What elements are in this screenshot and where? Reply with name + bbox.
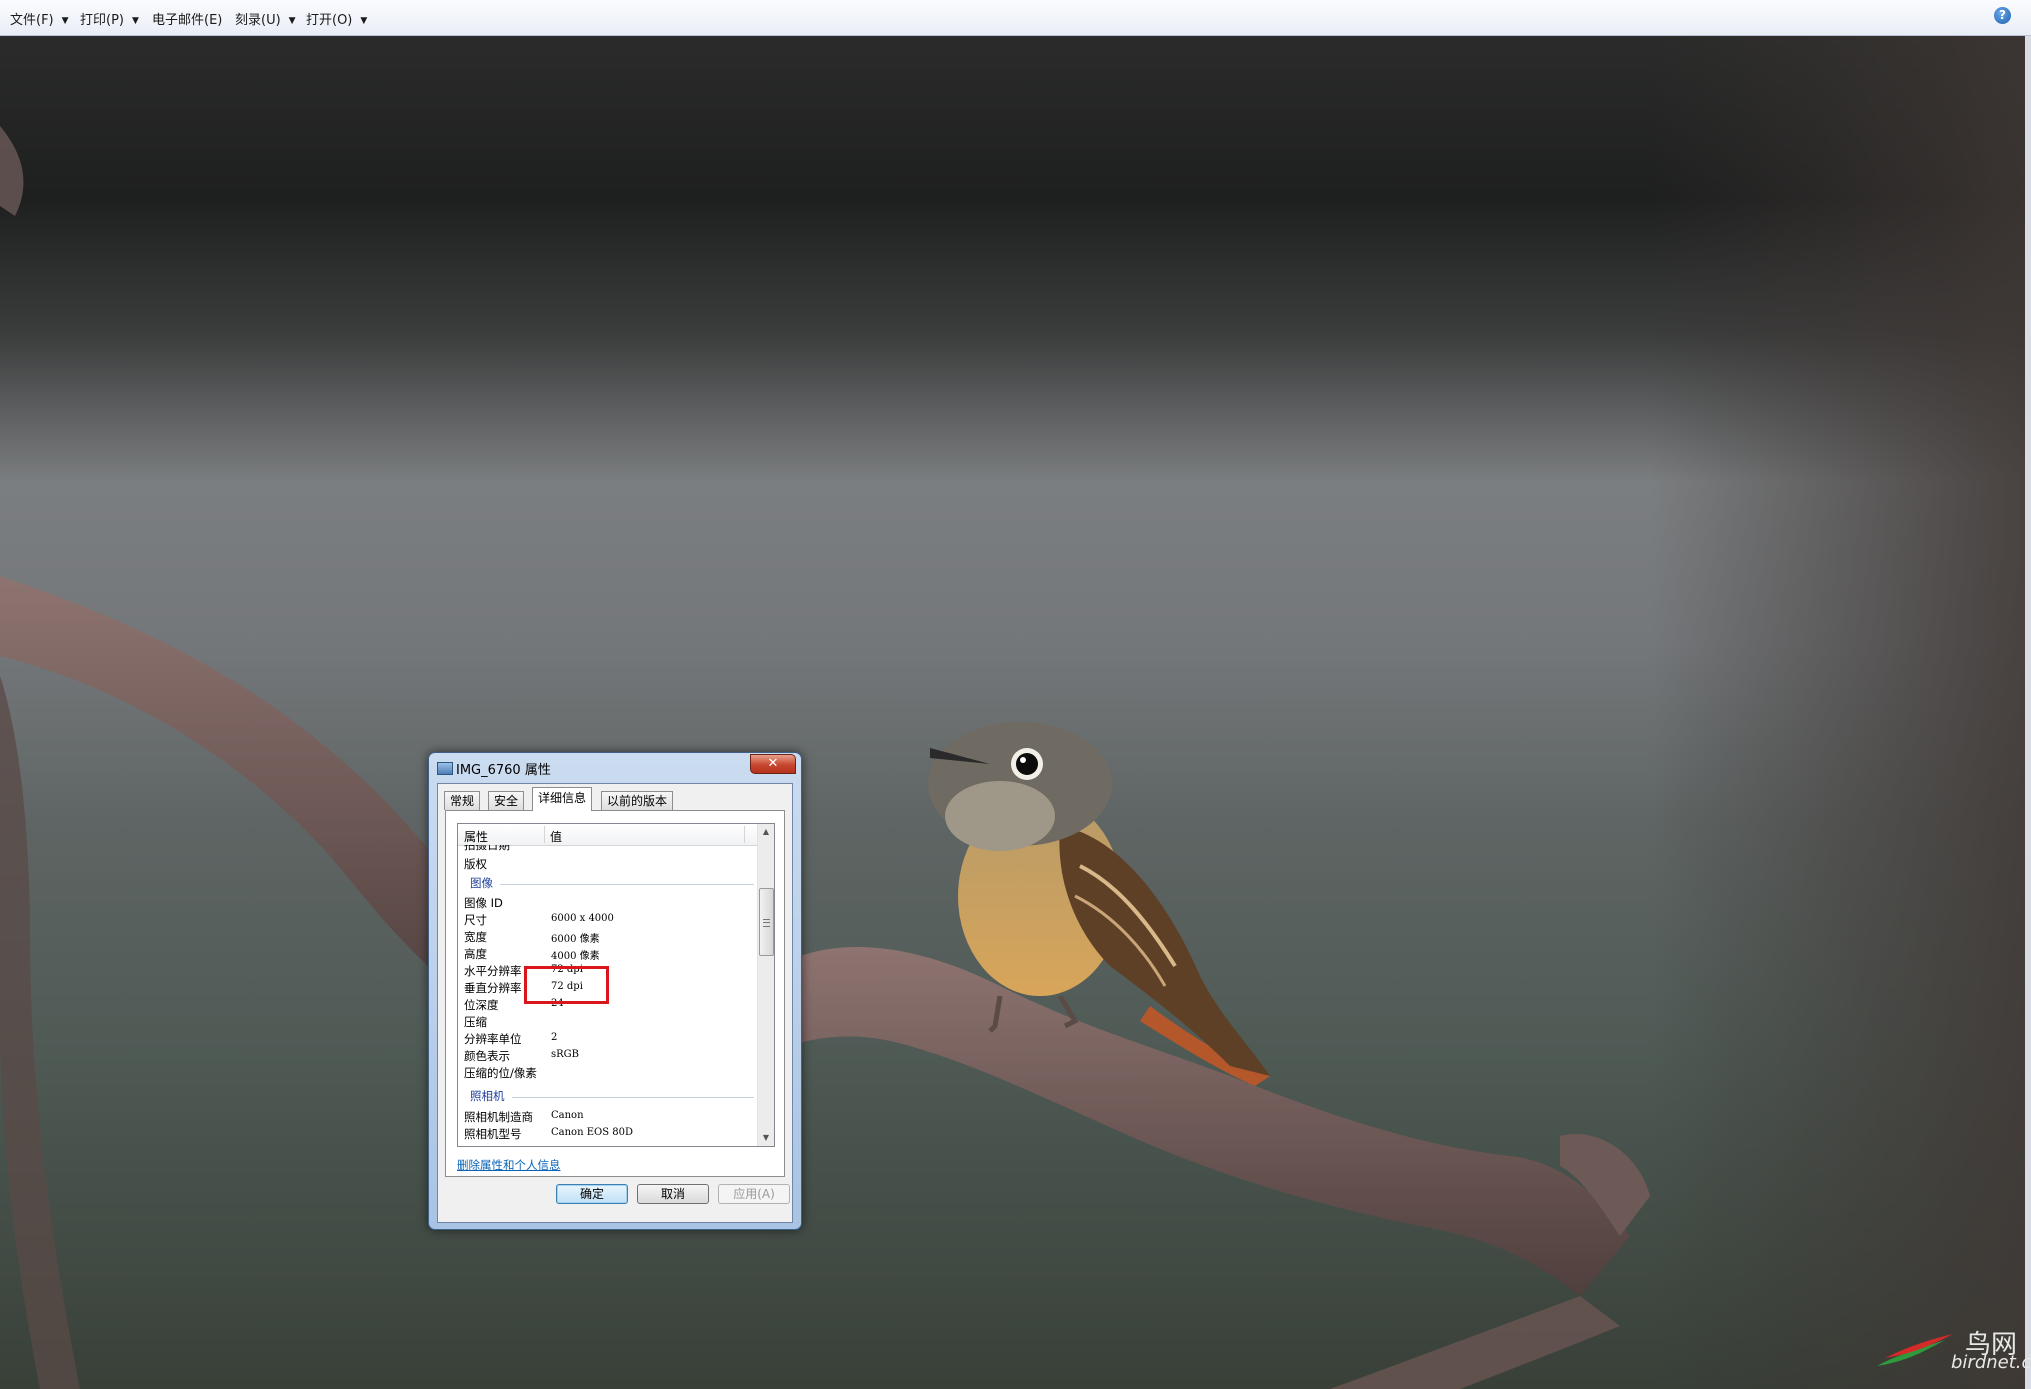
details-panel: 属性 值 拍摄日期 版权 图像 图像 ID 尺寸 6000 x 4000 宽度 60… — [445, 810, 785, 1177]
cancel-button[interactable]: 取消 — [637, 1184, 709, 1204]
close-icon: ✕ — [767, 756, 779, 771]
chevron-down-icon: ▼ — [288, 16, 296, 26]
list-item: 照相机制造商 Canon — [464, 1110, 584, 1124]
divider — [512, 1097, 754, 1098]
watermark: 鸟网 birdnet.cn — [1875, 1322, 2031, 1382]
divider — [500, 884, 754, 885]
ok-button[interactable]: 确定 — [556, 1184, 628, 1204]
list-item: 高度 4000 像素 — [464, 947, 600, 962]
menu-file[interactable]: 文件(F) ▼ — [10, 9, 69, 28]
apply-button[interactable]: 应用(A) — [718, 1184, 790, 1204]
watermark-domain: birdnet.cn — [1951, 1352, 2031, 1373]
group-image: 图像 — [470, 876, 493, 890]
column-value[interactable]: 值 — [550, 828, 562, 845]
list-item: 照相机型号 Canon EOS 80D — [464, 1127, 633, 1141]
scroll-thumb[interactable] — [759, 888, 774, 956]
list-item: 拍摄日期 — [464, 845, 510, 852]
chevron-down-icon: ▼ — [61, 16, 69, 26]
list-item: 分辨率单位 2 — [464, 1032, 558, 1046]
menu-open[interactable]: 打开(O) ▼ — [306, 9, 367, 28]
remove-properties-link[interactable]: 删除属性和个人信息 — [457, 1157, 561, 1173]
list-item: 压缩的位/像素 — [464, 1066, 537, 1080]
scroll-down-icon[interactable]: ▼ — [758, 1130, 774, 1146]
list-item: 图像 ID — [464, 896, 503, 910]
list-item: 尺寸 6000 x 4000 — [464, 913, 614, 927]
column-property[interactable]: 属性 — [464, 828, 488, 845]
menu-print[interactable]: 打印(P) ▼ — [80, 9, 139, 28]
chevron-down-icon: ▼ — [131, 16, 139, 26]
tab-previous-versions[interactable]: 以前的版本 — [601, 791, 674, 810]
resolution-highlight-box — [524, 966, 609, 1004]
bird-photo — [0, 36, 2031, 1389]
tab-security[interactable]: 安全 — [488, 791, 525, 810]
property-list[interactable]: 属性 值 拍摄日期 版权 图像 图像 ID 尺寸 6000 x 4000 宽度 60… — [457, 823, 775, 1147]
properties-dialog: IMG_6760 属性 ✕ 常规 安全 详细信息 以前的版本 属性 值 拍摄日期… — [428, 752, 802, 1230]
list-item: 压缩 — [464, 1015, 487, 1029]
close-button[interactable]: ✕ — [750, 754, 796, 774]
photo-viewer — [0, 36, 2031, 1389]
tab-general[interactable]: 常规 — [444, 791, 481, 810]
window-edge — [2025, 36, 2031, 1389]
scrollbar[interactable]: ▲ ▼ — [757, 824, 774, 1146]
list-item: 颜色表示 sRGB — [464, 1049, 579, 1063]
tab-details[interactable]: 详细信息 — [532, 787, 593, 811]
dialog-body: 常规 安全 详细信息 以前的版本 属性 值 拍摄日期 版权 图像 图像 ID 尺… — [437, 783, 793, 1223]
list-item: 版权 — [464, 857, 487, 871]
chevron-down-icon: ▼ — [360, 16, 368, 26]
help-icon[interactable]: ? — [1994, 7, 2011, 24]
menu-burn[interactable]: 刻录(U) ▼ — [235, 9, 296, 28]
menu-bar: 文件(F) ▼ 打印(P) ▼ 电子邮件(E) 刻录(U) ▼ 打开(O) ▼ ? — [0, 0, 2031, 36]
group-camera: 照相机 — [470, 1089, 505, 1103]
menu-email[interactable]: 电子邮件(E) — [152, 9, 222, 28]
list-item: 宽度 6000 像素 — [464, 930, 600, 945]
image-file-icon — [437, 762, 453, 775]
scroll-up-icon[interactable]: ▲ — [758, 824, 774, 840]
list-header: 属性 值 — [458, 824, 758, 846]
dialog-title: IMG_6760 属性 — [456, 763, 551, 778]
watermark-logo-icon — [1877, 1334, 1953, 1366]
